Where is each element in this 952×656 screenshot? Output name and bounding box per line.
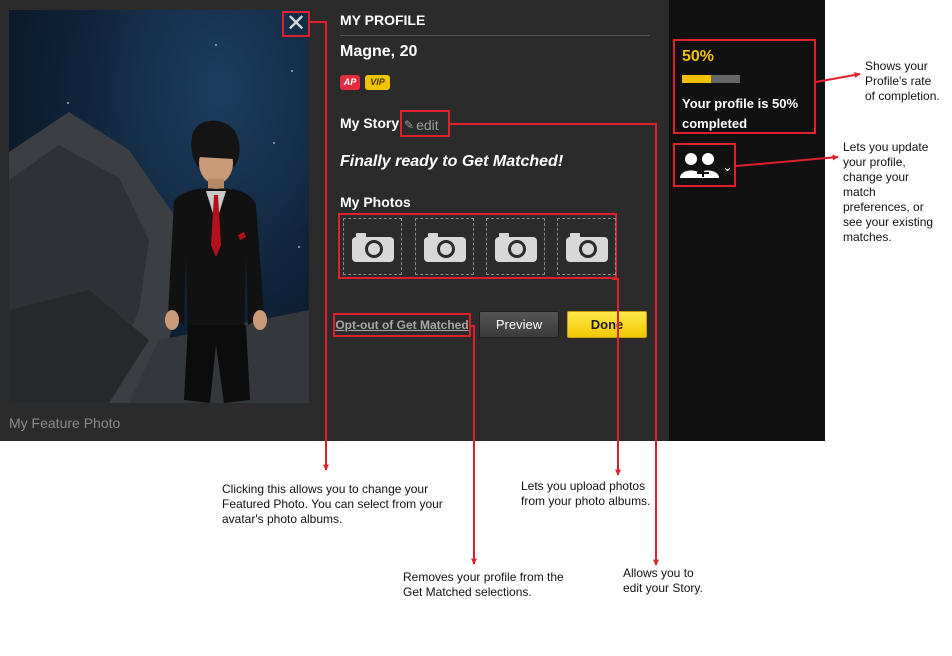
avatar-figure xyxy=(165,120,267,403)
optout-note: Removes your profile from the Get Matche… xyxy=(403,570,603,600)
photo-slot[interactable] xyxy=(557,218,616,275)
camera-icon xyxy=(423,232,466,262)
edit-label: edit xyxy=(416,117,439,133)
camera-icon xyxy=(565,232,608,262)
ap-badge: AP xyxy=(340,75,360,90)
note-text: Lets you update your profile, change you… xyxy=(843,140,934,244)
story-label: My Story xyxy=(340,115,400,131)
completion-progress-bar xyxy=(682,75,740,83)
completion-note: Shows your Profile's rate of completion. xyxy=(865,59,950,104)
vip-badge: VIP xyxy=(365,75,390,90)
profile-panel: My Feature Photo ✕ MY PROFILE Magne, 20 … xyxy=(0,0,825,441)
completion-text: Your profile is 50% completed xyxy=(682,96,799,131)
feature-photo-note: Clicking this allows you to change your … xyxy=(222,482,482,527)
close-button[interactable]: ✕ xyxy=(282,11,310,37)
optout-link-box: Opt-out of Get Matched xyxy=(333,313,471,337)
users-icon xyxy=(680,153,719,178)
completion-progress-fill xyxy=(682,75,711,83)
photos-label: My Photos xyxy=(340,194,411,210)
camera-icon xyxy=(351,232,394,262)
photo-slots xyxy=(338,213,617,279)
preview-button[interactable]: Preview xyxy=(479,311,559,338)
note-text: Allows you to edit your Story. xyxy=(623,566,703,595)
match-menu-note: Lets you update your profile, change you… xyxy=(843,140,948,245)
feature-photo-caption: My Feature Photo xyxy=(9,415,121,431)
match-menu-button[interactable]: ⌄ xyxy=(673,143,736,187)
note-text: Shows your Profile's rate of completion. xyxy=(865,59,940,103)
title-divider xyxy=(340,35,650,36)
close-icon: ✕ xyxy=(285,10,307,37)
completion-widget: 50% Your profile is 50% completed xyxy=(673,39,816,134)
feature-photo[interactable] xyxy=(9,10,309,403)
edit-story-button[interactable]: ✎ edit xyxy=(400,110,450,137)
note-text: Clicking this allows you to change your … xyxy=(222,482,443,526)
page-title: MY PROFILE xyxy=(340,12,426,28)
note-text: Removes your profile from the Get Matche… xyxy=(403,570,564,599)
edit-story-note: Allows you to edit your Story. xyxy=(623,566,733,596)
optout-link[interactable]: Opt-out of Get Matched xyxy=(335,318,468,332)
photo-slot[interactable] xyxy=(415,218,474,275)
pencil-icon: ✎ xyxy=(404,118,415,132)
note-text: Lets you upload photos from your photo a… xyxy=(521,479,651,508)
photos-note: Lets you upload photos from your photo a… xyxy=(521,479,681,509)
camera-icon xyxy=(494,232,537,262)
completion-percent: 50% xyxy=(682,48,715,65)
user-name-age: Magne, 20 xyxy=(340,43,418,60)
photo-slot[interactable] xyxy=(486,218,545,275)
chevron-down-icon: ⌄ xyxy=(722,159,733,174)
story-text: Finally ready to Get Matched! xyxy=(340,153,564,170)
photo-slot[interactable] xyxy=(343,218,402,275)
done-button[interactable]: Done xyxy=(567,311,647,338)
